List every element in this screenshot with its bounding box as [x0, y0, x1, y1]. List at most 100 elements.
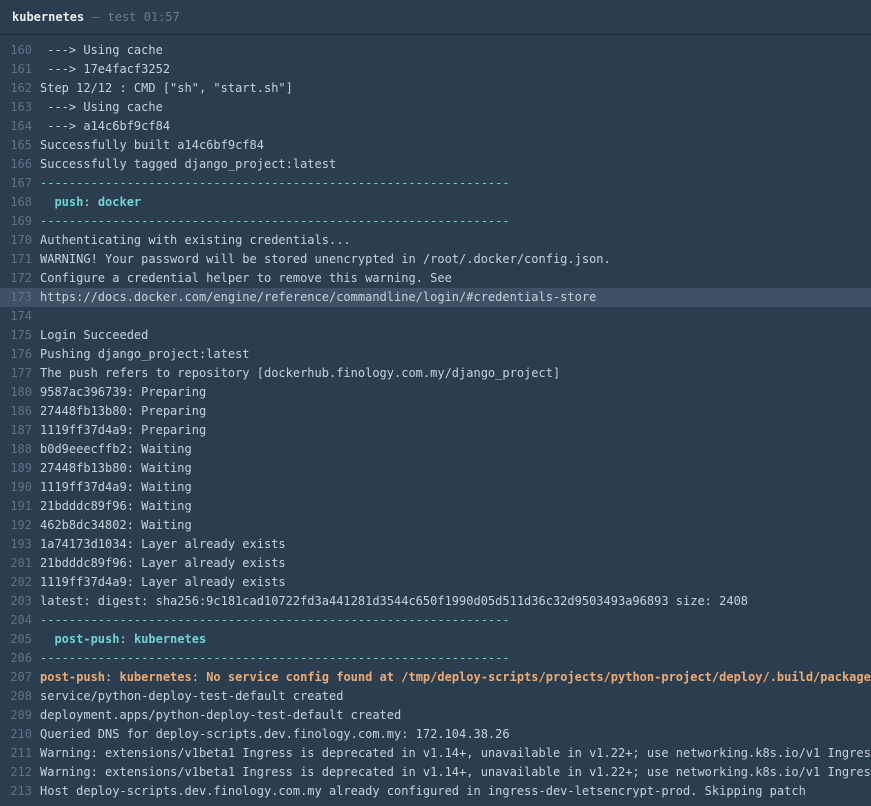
line-text: Successfully tagged django_project:lates… — [40, 155, 336, 174]
line-number[interactable]: 207 — [0, 668, 40, 687]
line-text: b0d9eeecffb2: Waiting — [40, 440, 192, 459]
log-line[interactable]: 172Configure a credential helper to remo… — [0, 269, 871, 288]
line-text: Successfully built a14c6bf9cf84 — [40, 136, 264, 155]
line-number[interactable]: 191 — [0, 497, 40, 516]
log-line[interactable]: 177The push refers to repository [docker… — [0, 364, 871, 383]
line-text: deployment.apps/python-deploy-test-defau… — [40, 706, 401, 725]
line-number[interactable]: 165 — [0, 136, 40, 155]
line-number[interactable]: 205 — [0, 630, 40, 649]
line-number[interactable]: 168 — [0, 193, 40, 212]
log-line[interactable]: 163 ---> Using cache — [0, 98, 871, 117]
log-line[interactable]: 173https://docs.docker.com/engine/refere… — [0, 288, 871, 307]
log-line[interactable]: 207post-push: kubernetes: No service con… — [0, 668, 871, 687]
log-line[interactable]: 18927448fb13b80: Waiting — [0, 459, 871, 478]
line-text: Configure a credential helper to remove … — [40, 269, 452, 288]
line-text: Warning: extensions/v1beta1 Ingress is d… — [40, 744, 871, 763]
log-line[interactable]: 2021119ff37d4a9: Layer already exists — [0, 573, 871, 592]
line-text: service/python-deploy-test-default creat… — [40, 687, 343, 706]
log-line[interactable]: 188b0d9eeecffb2: Waiting — [0, 440, 871, 459]
line-number[interactable]: 201 — [0, 554, 40, 573]
log-line[interactable]: 19121bdddc89f96: Waiting — [0, 497, 871, 516]
log-line[interactable]: 174 — [0, 307, 871, 326]
log-line[interactable]: 213Host deploy-scripts.dev.finology.com.… — [0, 782, 871, 801]
line-number[interactable]: 163 — [0, 98, 40, 117]
log-line[interactable]: 176Pushing django_project:latest — [0, 345, 871, 364]
log-line[interactable]: 169-------------------------------------… — [0, 212, 871, 231]
log-line[interactable]: 175Login Succeeded — [0, 326, 871, 345]
line-text: 1119ff37d4a9: Waiting — [40, 478, 192, 497]
line-number[interactable]: 203 — [0, 592, 40, 611]
line-number[interactable]: 162 — [0, 79, 40, 98]
line-number[interactable]: 169 — [0, 212, 40, 231]
line-number[interactable]: 206 — [0, 649, 40, 668]
line-number[interactable]: 211 — [0, 744, 40, 763]
log-line[interactable]: 203latest: digest: sha256:9c181cad10722f… — [0, 592, 871, 611]
line-number[interactable]: 212 — [0, 763, 40, 782]
log-line[interactable]: 208service/python-deploy-test-default cr… — [0, 687, 871, 706]
log-line[interactable]: 162Step 12/12 : CMD ["sh", "start.sh"] — [0, 79, 871, 98]
log-line[interactable]: 164 ---> a14c6bf9cf84 — [0, 117, 871, 136]
line-number[interactable]: 193 — [0, 535, 40, 554]
log-line[interactable]: 204-------------------------------------… — [0, 611, 871, 630]
log-line[interactable]: 206-------------------------------------… — [0, 649, 871, 668]
line-text: latest: digest: sha256:9c181cad10722fd3a… — [40, 592, 748, 611]
log-line[interactable]: 210Queried DNS for deploy-scripts.dev.fi… — [0, 725, 871, 744]
line-text: Host deploy-scripts.dev.finology.com.my … — [40, 782, 806, 801]
line-text: Login Succeeded — [40, 326, 148, 345]
log-line[interactable]: 1901119ff37d4a9: Waiting — [0, 478, 871, 497]
log-line[interactable]: 1809587ac396739: Preparing — [0, 383, 871, 402]
log-header: kubernetes — test 01:57 — [0, 0, 871, 35]
line-number[interactable]: 164 — [0, 117, 40, 136]
log-line[interactable]: 170Authenticating with existing credenti… — [0, 231, 871, 250]
line-number[interactable]: 192 — [0, 516, 40, 535]
log-line[interactable]: 1931a74173d1034: Layer already exists — [0, 535, 871, 554]
line-number[interactable]: 190 — [0, 478, 40, 497]
log-line[interactable]: 18627448fb13b80: Preparing — [0, 402, 871, 421]
line-number[interactable]: 189 — [0, 459, 40, 478]
log-line[interactable]: 209deployment.apps/python-deploy-test-de… — [0, 706, 871, 725]
line-text: push: docker — [40, 193, 141, 212]
line-number[interactable]: 176 — [0, 345, 40, 364]
line-number[interactable]: 187 — [0, 421, 40, 440]
line-number[interactable]: 161 — [0, 60, 40, 79]
line-number[interactable]: 166 — [0, 155, 40, 174]
line-number[interactable]: 180 — [0, 383, 40, 402]
log-line[interactable]: 192462b8dc34802: Waiting — [0, 516, 871, 535]
line-number[interactable]: 172 — [0, 269, 40, 288]
line-number[interactable]: 175 — [0, 326, 40, 345]
log-line[interactable]: 160 ---> Using cache — [0, 41, 871, 60]
line-number[interactable]: 209 — [0, 706, 40, 725]
log-line[interactable]: 168 push: docker — [0, 193, 871, 212]
line-number[interactable]: 170 — [0, 231, 40, 250]
log-line[interactable]: 171WARNING! Your password will be stored… — [0, 250, 871, 269]
log-line[interactable]: 161 ---> 17e4facf3252 — [0, 60, 871, 79]
log-line[interactable]: 211Warning: extensions/v1beta1 Ingress i… — [0, 744, 871, 763]
line-number[interactable]: 188 — [0, 440, 40, 459]
log-line[interactable]: 167-------------------------------------… — [0, 174, 871, 193]
line-text: Authenticating with existing credentials… — [40, 231, 351, 250]
line-number[interactable]: 186 — [0, 402, 40, 421]
line-number[interactable]: 173 — [0, 288, 40, 307]
line-number[interactable]: 177 — [0, 364, 40, 383]
line-text: 9587ac396739: Preparing — [40, 383, 206, 402]
log-output[interactable]: 160 ---> Using cache161 ---> 17e4facf325… — [0, 35, 871, 801]
log-line[interactable]: 20121bdddc89f96: Layer already exists — [0, 554, 871, 573]
log-line[interactable]: 1871119ff37d4a9: Preparing — [0, 421, 871, 440]
line-number[interactable]: 171 — [0, 250, 40, 269]
job-subtitle: test 01:57 — [107, 10, 179, 24]
line-number[interactable]: 167 — [0, 174, 40, 193]
line-text: 21bdddc89f96: Layer already exists — [40, 554, 286, 573]
log-line[interactable]: 205 post-push: kubernetes — [0, 630, 871, 649]
line-number[interactable]: 208 — [0, 687, 40, 706]
log-line[interactable]: 166Successfully tagged django_project:la… — [0, 155, 871, 174]
log-line[interactable]: 165Successfully built a14c6bf9cf84 — [0, 136, 871, 155]
line-number[interactable]: 204 — [0, 611, 40, 630]
line-number[interactable]: 174 — [0, 307, 40, 326]
line-number[interactable]: 210 — [0, 725, 40, 744]
line-text: https://docs.docker.com/engine/reference… — [40, 288, 596, 307]
line-number[interactable]: 160 — [0, 41, 40, 60]
log-line[interactable]: 212Warning: extensions/v1beta1 Ingress i… — [0, 763, 871, 782]
line-number[interactable]: 213 — [0, 782, 40, 801]
line-text: ---> a14c6bf9cf84 — [40, 117, 170, 136]
line-number[interactable]: 202 — [0, 573, 40, 592]
